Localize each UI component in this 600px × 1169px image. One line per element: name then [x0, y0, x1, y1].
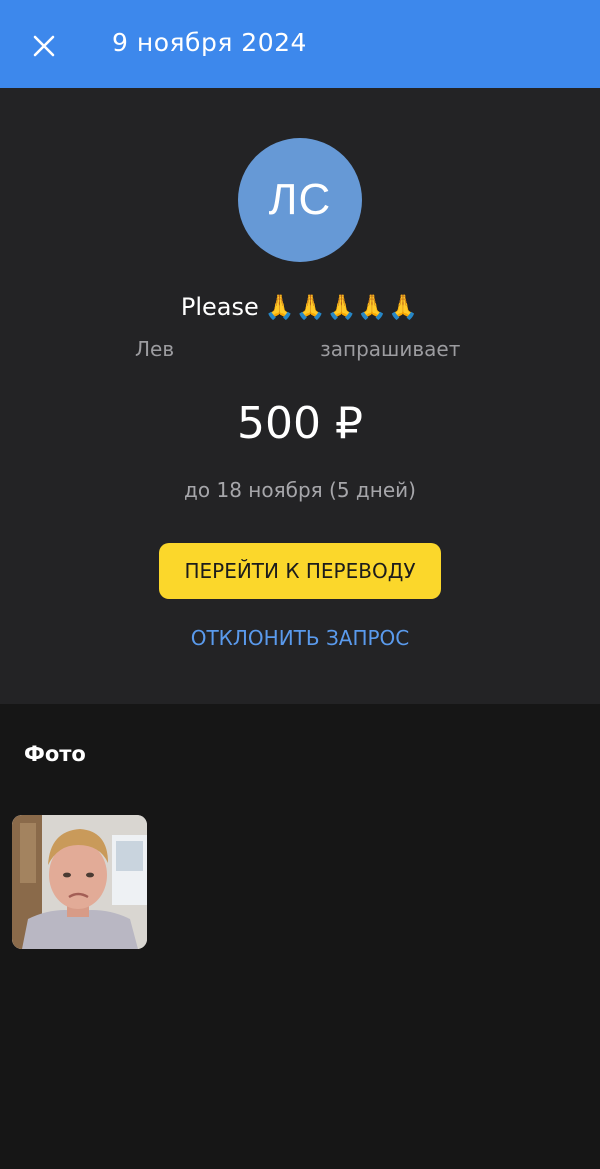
avatar: ЛС: [238, 138, 362, 262]
request-deadline: до 18 ноября (5 дней): [184, 478, 416, 502]
request-message-text: Please: [180, 293, 259, 321]
photos-section-heading: Фото: [24, 742, 86, 766]
photo-image: [12, 815, 147, 949]
close-button[interactable]: [22, 24, 66, 68]
redacted-surname: [174, 338, 321, 360]
page-title: 9 ноября 2024: [112, 28, 307, 57]
request-screen: 9 ноября 2024 ЛС Please 🙏🙏🙏🙏🙏 Лев запраши…: [0, 0, 600, 1169]
photo-thumbnail[interactable]: [12, 815, 147, 949]
go-to-transfer-button[interactable]: ПЕРЕЙТИ К ПЕРЕВОДУ: [159, 543, 441, 599]
praying-hands-emoji: 🙏🙏🙏🙏🙏: [264, 293, 420, 321]
close-icon: [33, 35, 55, 57]
requester-line: Лев запрашивает: [135, 336, 460, 362]
request-message: Please 🙏🙏🙏🙏🙏: [0, 293, 600, 321]
request-amount: 500 ₽: [237, 398, 363, 449]
money-request-card: ЛС Please 🙏🙏🙏🙏🙏 Лев запрашивает 500 ₽ до …: [0, 88, 600, 704]
decline-request-button[interactable]: ОТКЛОНИТЬ ЗАПРОС: [0, 626, 600, 650]
requester-action: запрашивает: [320, 337, 461, 361]
top-app-bar: 9 ноября 2024: [0, 0, 600, 88]
avatar-initials: ЛС: [268, 175, 332, 224]
requester-name: Лев: [135, 337, 175, 361]
